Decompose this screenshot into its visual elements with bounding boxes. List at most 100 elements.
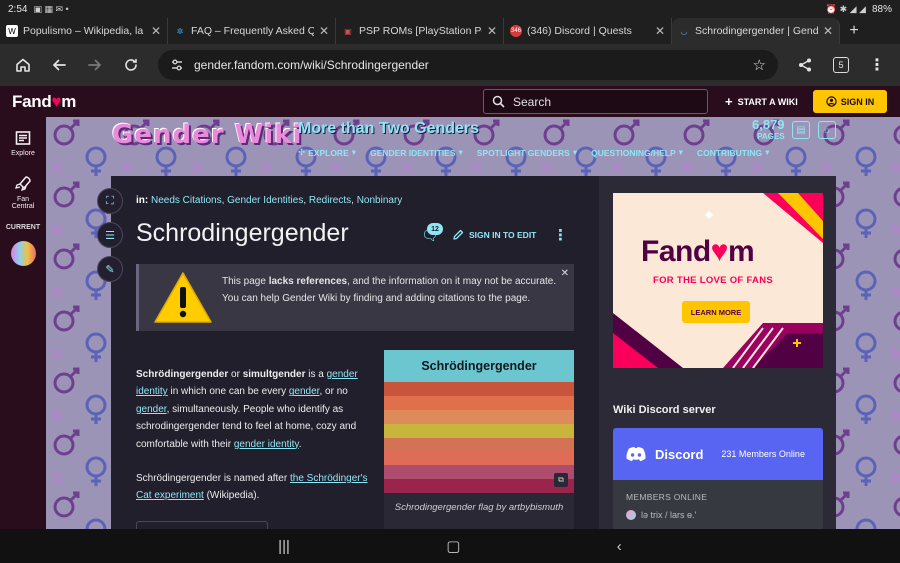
sign-in-button[interactable]: SIGN IN [813, 90, 887, 113]
comments-button[interactable]: 🗨 12 [421, 223, 443, 245]
browser-tab-populismo[interactable]: W Populismo – Wikipedia, la enciclopedia… [0, 18, 168, 44]
page-actions-menu[interactable]: ⋮ [553, 226, 568, 244]
fan-central-button[interactable]: Fan Central [11, 175, 35, 210]
rocket-icon [14, 176, 31, 192]
link-gender[interactable]: gender [136, 404, 167, 415]
fandom-logo[interactable]: Fand ♥ m [12, 92, 76, 112]
fandom-advertisement[interactable]: Fand♥m FOR THE LOVE OF FANS LEARN MORE [613, 193, 823, 368]
bookmark-star-icon[interactable]: ☆ [753, 56, 766, 74]
arrow-left-icon [52, 59, 66, 71]
nav-explore[interactable]: ✣ EXPLORE ▾ [298, 147, 356, 158]
address-bar[interactable]: gender.fandom.com/wiki/Schrodingergender… [158, 50, 778, 80]
flag-stripe [384, 437, 574, 452]
paragraph-naming: Schrödingergender is named after the Sch… [136, 473, 368, 502]
discord-members-list: MEMBERS ONLINE lə trix / lars ɵ.' [613, 480, 823, 529]
comment-count-badge: 12 [427, 223, 443, 235]
tab-title: (346) Discord | Quests [527, 25, 632, 37]
close-tab-icon[interactable]: ✕ [151, 24, 161, 38]
browser-tab-psp-roms[interactable]: ▣ PSP ROMs [PlayStation Portable] ✕ [336, 18, 504, 44]
share-button[interactable] [790, 50, 820, 80]
category-list: in: Needs Citations, Gender Identities, … [136, 195, 403, 206]
theme-toggle-icon[interactable]: ☼ [818, 121, 836, 139]
system-icons: ⏰ ✱ ◢ ◢ [825, 3, 866, 14]
edit-tool-button[interactable]: ✎ [97, 256, 123, 282]
category-link[interactable]: Needs Citations [151, 195, 222, 206]
search-icon [492, 95, 505, 108]
category-link[interactable]: Gender Identities [227, 195, 303, 206]
nav-questioning-help[interactable]: QUESTIONING/HELP ▾ [591, 147, 683, 158]
notice-text: This page lacks references, and the info… [222, 276, 557, 304]
home-button[interactable] [8, 50, 38, 80]
flag-stripe [384, 409, 574, 424]
back-button[interactable] [44, 50, 74, 80]
back-chevron-icon[interactable]: ‹ [617, 538, 622, 555]
home-pill-icon[interactable]: ▢ [446, 537, 460, 555]
discord-favicon-icon: 346 [510, 25, 522, 37]
link-gender[interactable]: gender [289, 386, 320, 397]
discord-member[interactable]: lə trix / lars ɵ.' [626, 510, 810, 520]
page-count-number: 6,879 [752, 117, 785, 132]
wiki-tagline[interactable]: More than Two Genders [298, 120, 479, 138]
discord-online-count: 231 Members Online [721, 449, 805, 459]
search-placeholder: Search [513, 94, 552, 109]
sign-in-to-edit-button[interactable]: SIGN IN TO EDIT [452, 229, 536, 241]
tab-title: PSP ROMs [PlayStation Portable] [359, 25, 482, 37]
table-of-contents[interactable] [136, 521, 268, 529]
tab-count-icon: 5 [833, 57, 849, 73]
heart-icon: ♥ [51, 91, 62, 111]
discord-widget-header[interactable]: Discord 231 Members Online [613, 428, 823, 480]
nav-spotlight-genders[interactable]: SPOTLIGHT GENDERS ▾ [477, 147, 577, 158]
category-link[interactable]: Nonbinary [357, 195, 403, 206]
current-wiki-avatar[interactable] [10, 241, 36, 266]
reload-button[interactable] [116, 50, 146, 80]
nav-contributing[interactable]: CONTRIBUTING ▾ [697, 147, 769, 158]
browser-tab-discord[interactable]: 346 (346) Discord | Quests ✕ [504, 18, 672, 44]
close-tab-icon[interactable]: ✕ [655, 24, 665, 38]
forward-button[interactable] [80, 50, 110, 80]
chevron-down-icon: ▾ [678, 147, 683, 157]
explore-button[interactable]: Explore [11, 129, 35, 157]
tab-strip: W Populismo – Wikipedia, la enciclopedia… [0, 18, 900, 44]
flag-stripe [384, 465, 574, 480]
category-link[interactable]: Redirects [309, 195, 351, 206]
new-tab-button[interactable]: + [840, 18, 868, 44]
explore-label: Explore [11, 150, 35, 157]
faq-favicon-icon: ✲ [176, 26, 184, 36]
expand-image-icon[interactable]: ⧉ [554, 473, 568, 487]
link-gender-identity[interactable]: gender identity [234, 439, 299, 450]
start-a-wiki-button[interactable]: + START A WIKI [725, 94, 798, 109]
url-text[interactable]: gender.fandom.com/wiki/Schrodingergender [194, 58, 743, 72]
close-tab-icon[interactable]: ✕ [487, 24, 497, 38]
current-wiki-label: CURRENT [5, 224, 41, 231]
status-bar: 2:54 ▣ ▦ ✉ • ⏰ ✱ ◢ ◢ 88% [0, 0, 900, 18]
loading-favicon-icon: ◡ [680, 26, 688, 36]
list-icon: ☰ [105, 229, 115, 242]
browser-tab-faq[interactable]: ✲ FAQ – Frequently Asked Questions ✕ [168, 18, 336, 44]
close-icon[interactable]: ✕ [561, 268, 569, 279]
toc-button[interactable]: ☰ [97, 222, 123, 248]
fullscreen-button[interactable]: ⛶ [97, 188, 123, 214]
fan-central-label-1: Fan [16, 196, 30, 203]
learn-more-button[interactable]: LEARN MORE [682, 301, 750, 323]
logo-text-end: m [61, 91, 77, 111]
tab-switcher-button[interactable]: 5 [826, 50, 856, 80]
flag-stripe [384, 479, 574, 493]
nav-gender-identities[interactable]: GENDER IDENTITIES ▾ [370, 147, 463, 158]
article-body: Schrödingergender or simultgender is a g… [136, 366, 368, 505]
close-tab-icon[interactable]: ✕ [319, 24, 329, 38]
lacks-references-notice: This page lacks references, and the info… [136, 264, 574, 331]
recent-apps-icon[interactable]: ||| [278, 538, 290, 555]
global-search-input[interactable]: Search [483, 89, 708, 114]
wiki-wordmark[interactable]: Gender Wiki [112, 120, 302, 150]
members-online-heading: MEMBERS ONLINE [626, 492, 708, 502]
discord-logo-icon [626, 446, 646, 461]
fan-central-label-2: Central [11, 203, 35, 210]
android-navigation-bar: ||| ▢ ‹ [0, 529, 900, 563]
schrodingergender-flag-image[interactable]: ⧉ [384, 382, 574, 493]
discussions-icon[interactable]: ▤ [792, 121, 810, 139]
share-icon [799, 58, 811, 72]
close-tab-icon[interactable]: ✕ [823, 24, 833, 38]
site-settings-icon [172, 59, 182, 71]
browser-tab-gender-wiki[interactable]: ◡ Schrodingergender | Gender Wiki ✕ [672, 18, 840, 44]
menu-button[interactable]: ⋮ [862, 50, 892, 80]
